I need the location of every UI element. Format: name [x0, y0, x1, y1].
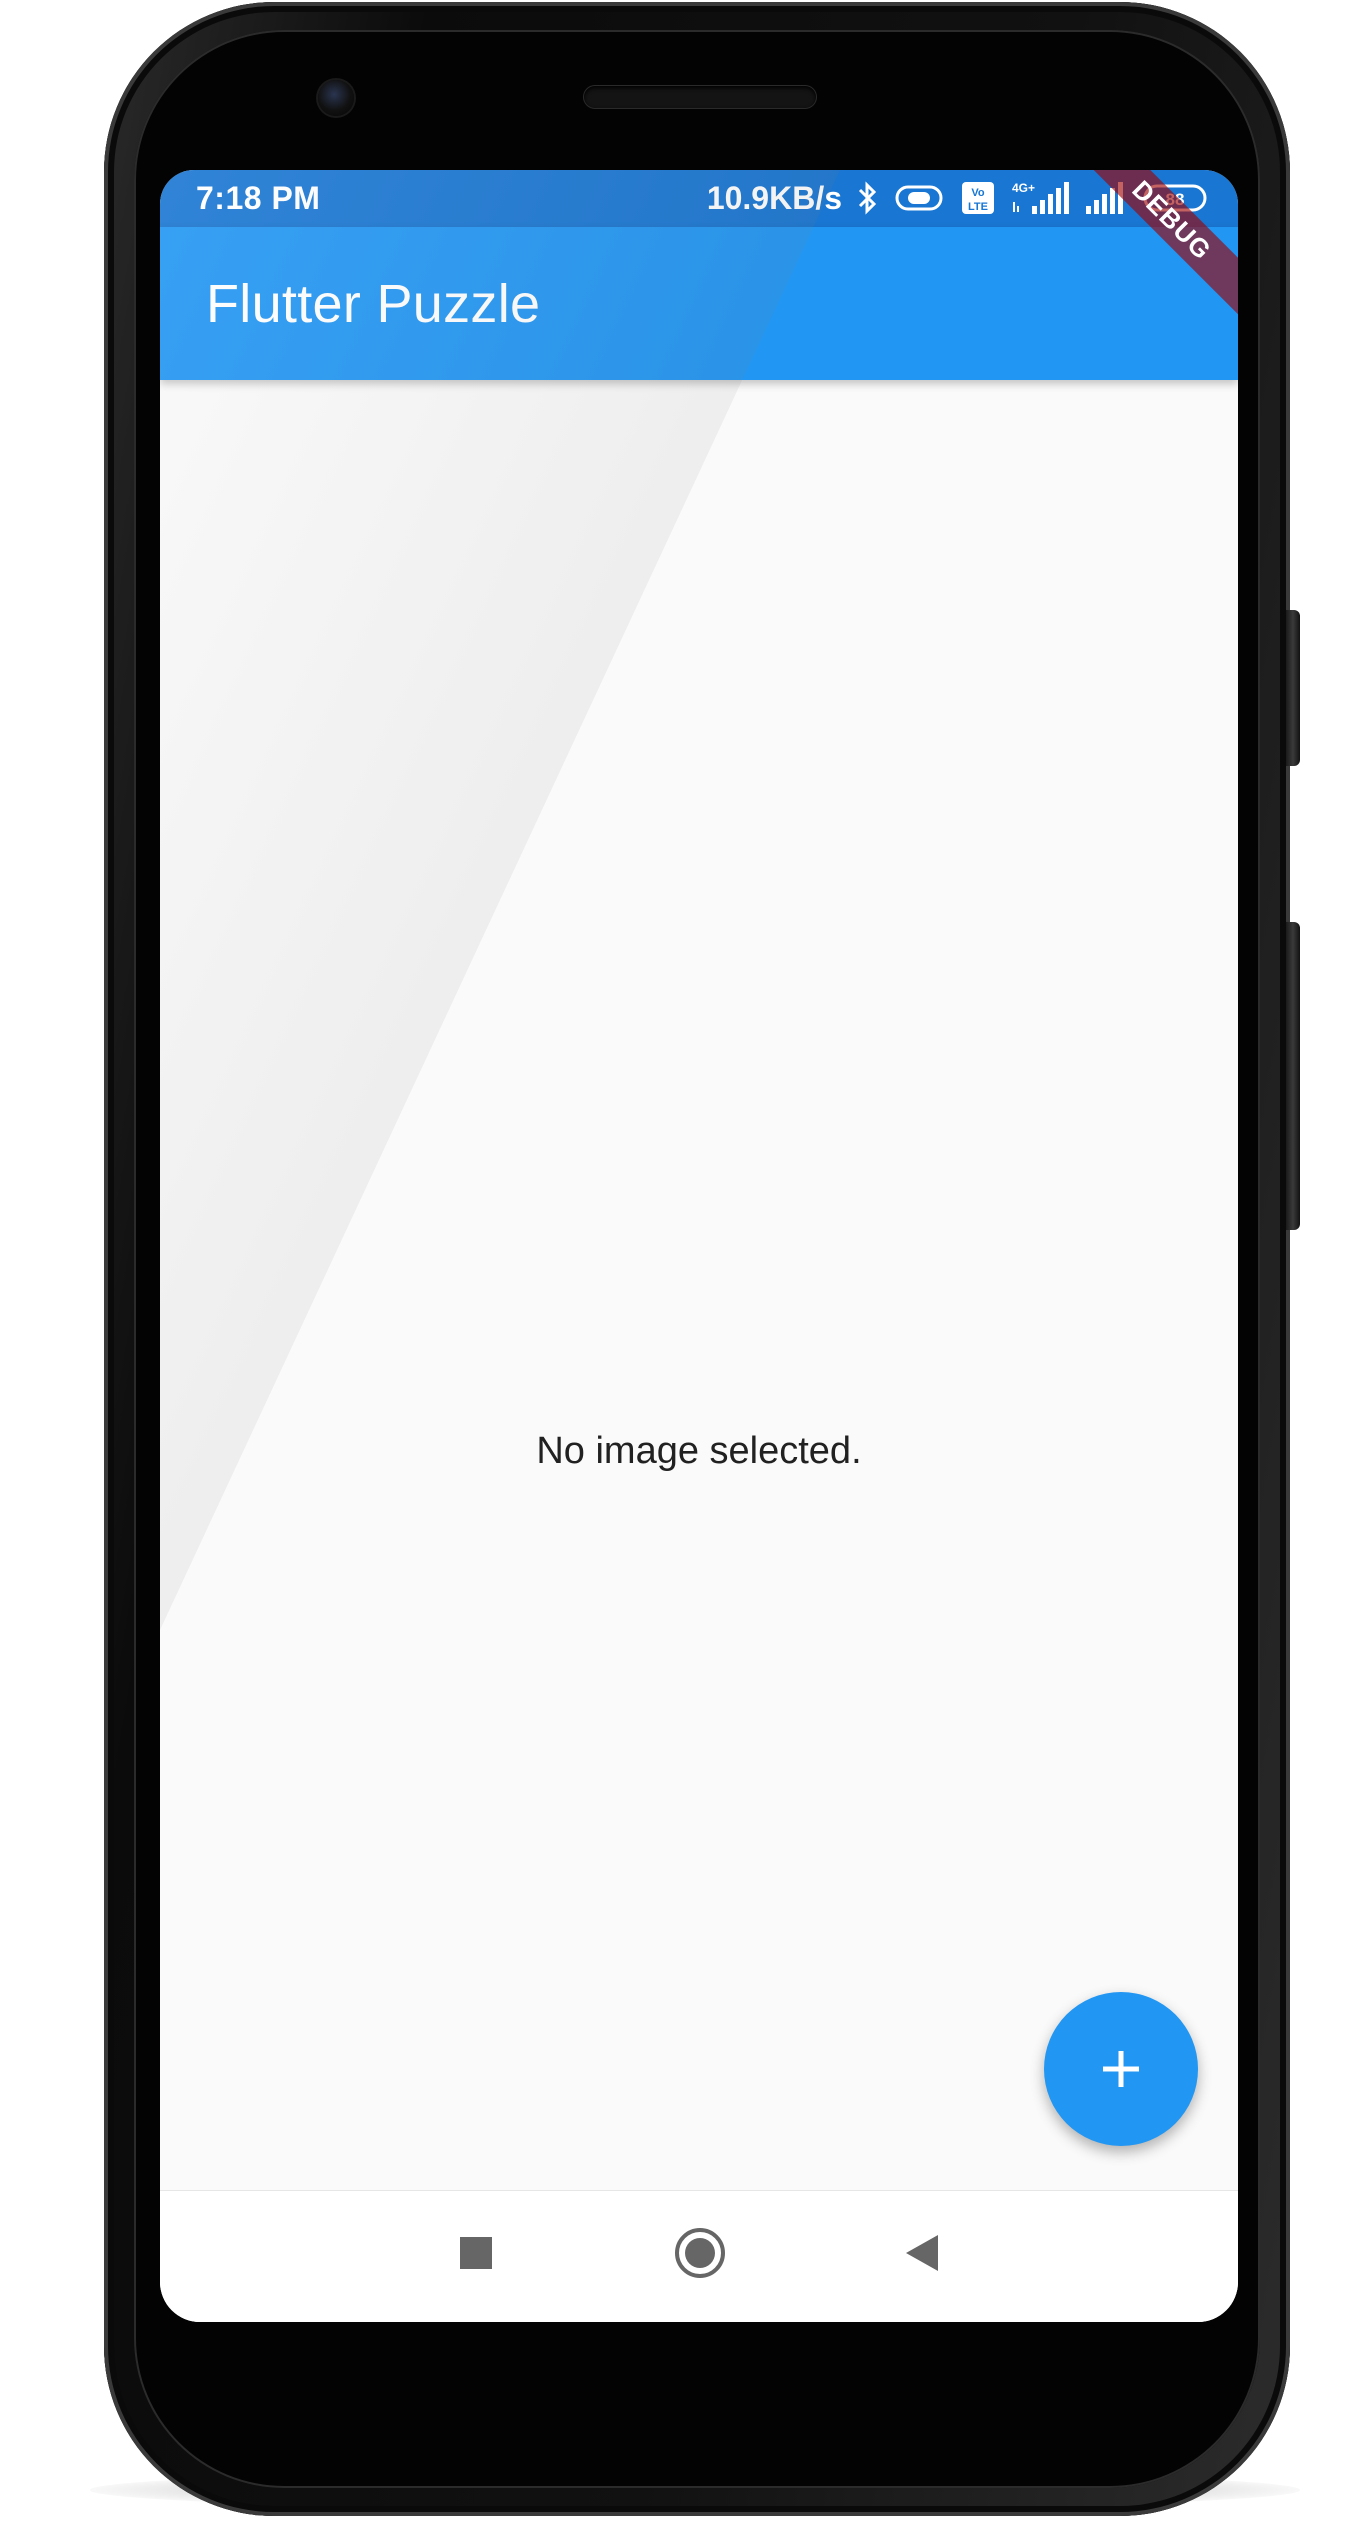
empty-state-message: No image selected.: [536, 1430, 862, 1472]
signal-4g-icon: 4G+: [1012, 181, 1069, 214]
volte-icon: Vo LTE: [962, 182, 994, 214]
home-button[interactable]: [670, 2223, 730, 2283]
status-time: 7:18 PM: [196, 180, 321, 216]
svg-text:Vo: Vo: [971, 187, 985, 199]
add-image-button[interactable]: [1044, 1992, 1198, 2146]
back-button[interactable]: [892, 2223, 952, 2283]
network-speed: 10.9KB/s: [706, 179, 842, 216]
status-bar: 7:18 PM 10.9KB/s Vo LTE 4G+: [160, 170, 1238, 227]
phone-screen: 7:18 PM 10.9KB/s Vo LTE 4G+ Flutter Puzz…: [160, 170, 1238, 2322]
front-camera-icon: [318, 80, 354, 116]
app-title: Flutter Puzzle: [206, 274, 541, 334]
home-icon: [675, 2228, 725, 2278]
bluetooth-icon: [858, 181, 877, 215]
power-button: [1286, 922, 1300, 1230]
back-icon: [906, 2235, 938, 2271]
svg-text:LTE: LTE: [968, 201, 988, 213]
toggle-icon: [895, 185, 943, 211]
plus-icon: [1103, 2051, 1139, 2087]
recent-apps-icon: [460, 2237, 492, 2269]
recent-apps-button[interactable]: [446, 2223, 506, 2283]
app-bar: Flutter Puzzle: [160, 227, 1238, 380]
svg-text:4G+: 4G+: [1012, 181, 1035, 195]
earpiece-speaker: [584, 86, 816, 108]
system-navigation-bar: [160, 2190, 1238, 2322]
content-area: No image selected.: [160, 380, 1238, 2190]
device-mockup: 7:18 PM 10.9KB/s Vo LTE 4G+ Flutter Puzz…: [0, 0, 1370, 2534]
volume-button: [1286, 610, 1300, 766]
